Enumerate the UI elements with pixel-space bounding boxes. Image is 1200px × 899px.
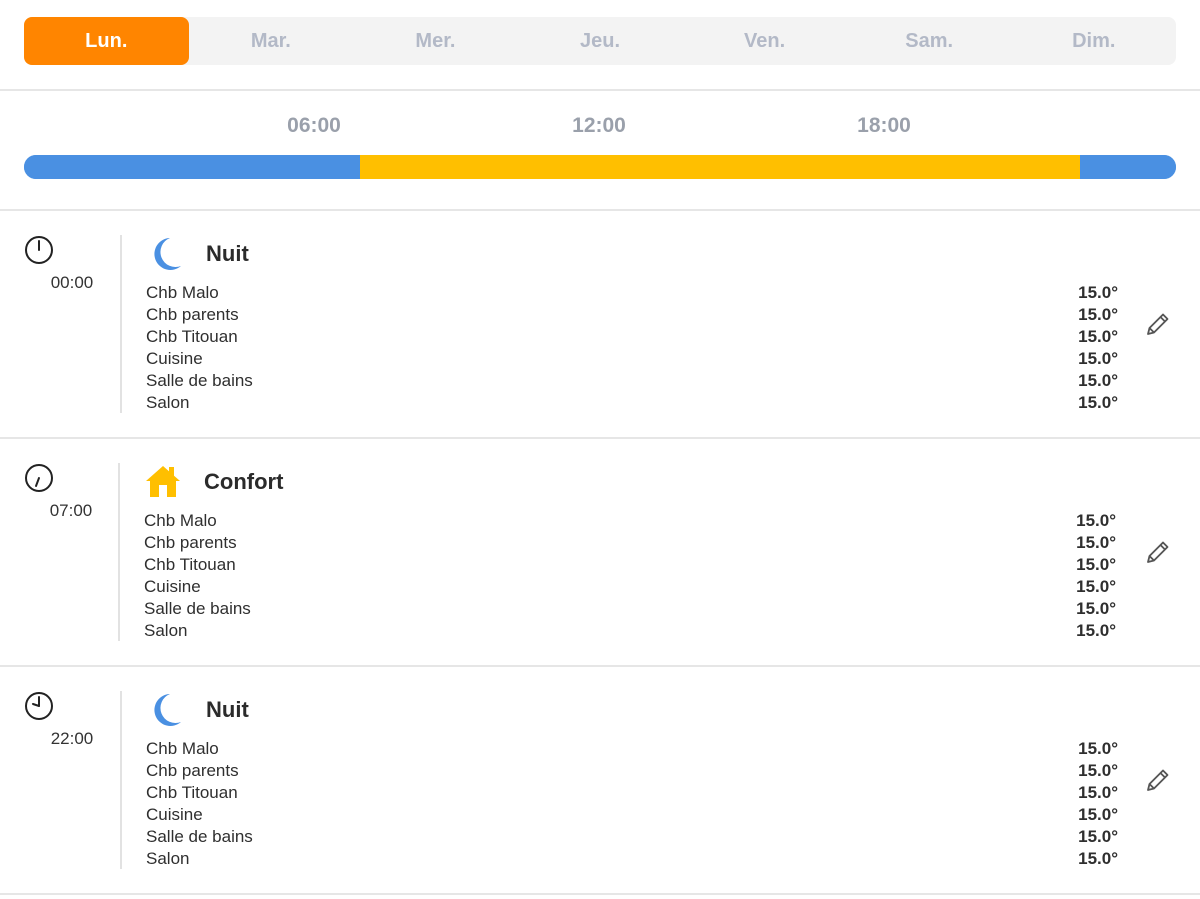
day-timeline-bar [24,155,1176,179]
list-item: Salle de bains 15.0° [146,370,1118,392]
room-name: Salle de bains [146,827,253,846]
tab-jeudi[interactable]: Jeu. [518,17,683,65]
list-item: Salon 15.0° [146,848,1118,870]
tab-mardi[interactable]: Mar. [189,17,354,65]
clock-icon [25,692,53,720]
room-name: Salle de bains [146,371,253,390]
room-name: Chb parents [146,305,239,324]
mode-name: Nuit [206,241,249,266]
list-item: Chb Malo 15.0° [146,738,1118,760]
day-selector: Lun. Mar. Mer. Jeu. Ven. Sam. Dim. [24,17,1176,65]
tab-mercredi[interactable]: Mer. [353,17,518,65]
slot-separator [120,235,122,413]
edit-pencil-icon[interactable] [1144,766,1172,794]
schedule-screen: Lun. Mar. Mer. Jeu. Ven. Sam. Dim. 06:00… [0,0,1200,899]
room-temperature: 15.0° [1078,283,1118,302]
room-temperature: 15.0° [1076,511,1116,530]
tick-label-1800: 18:00 [857,114,911,137]
room-temperature: 15.0° [1076,555,1116,574]
room-name: Chb Titouan [146,783,238,802]
mode-name: Nuit [206,697,249,722]
slot-separator [118,463,120,641]
list-item: Cuisine 15.0° [146,348,1118,370]
timeline-segment-nuit [1080,155,1176,179]
list-item: Chb Titouan 15.0° [144,554,1116,576]
edit-pencil-icon[interactable] [1144,538,1172,566]
tick-label-1200: 12:00 [572,114,626,137]
room-name: Chb Malo [144,511,217,530]
list-item: Cuisine 15.0° [146,804,1118,826]
room-temperature: 15.0° [1078,849,1118,868]
list-item: Chb parents 15.0° [146,304,1118,326]
room-temperature: 15.0° [1078,349,1118,368]
schedule-slot: 00:00 Nuit Chb Malo 15.0° Chb parents 15.0… [0,211,1200,437]
room-temperature: 15.0° [1078,827,1118,846]
room-list: Chb Malo 15.0° Chb parents 15.0° Chb Titou… [146,282,1118,414]
list-item: Chb Malo 15.0° [146,282,1118,304]
room-name: Chb Titouan [144,555,236,574]
room-temperature: 15.0° [1078,305,1118,324]
list-item: Chb Titouan 15.0° [146,782,1118,804]
list-item: Chb parents 15.0° [144,532,1116,554]
tab-vendredi[interactable]: Ven. [682,17,847,65]
house-icon [146,466,180,497]
room-name: Cuisine [144,577,201,596]
room-name: Chb Malo [146,283,219,302]
schedule-slot: 07:00 Confort Chb Malo 15.0° Chb parents 1… [0,439,1200,665]
room-list: Chb Malo 15.0° Chb parents 15.0° Chb Titou… [144,510,1116,642]
timeline-segment-confort [360,155,1080,179]
room-name: Cuisine [146,349,203,368]
list-item: Chb Malo 15.0° [144,510,1116,532]
moon-icon [154,694,181,726]
room-name: Chb Malo [146,739,219,758]
edit-pencil-icon[interactable] [1144,310,1172,338]
slot-start-time: 22:00 [50,729,94,748]
room-name: Salon [146,849,190,868]
list-item: Salon 15.0° [144,620,1116,642]
clock-icon [25,464,53,492]
divider [0,89,1200,91]
room-name: Chb parents [144,533,237,552]
room-temperature: 15.0° [1076,621,1116,640]
tab-lundi[interactable]: Lun. [24,17,189,65]
schedule-slot: 22:00 Nuit Chb Malo 15.0° Chb parents 15.0… [0,667,1200,893]
slot-start-time: 00:00 [50,273,94,292]
room-temperature: 15.0° [1076,599,1116,618]
room-temperature: 15.0° [1078,371,1118,390]
room-temperature: 15.0° [1078,739,1118,758]
tick-label-0600: 06:00 [287,114,341,137]
list-item: Salle de bains 15.0° [146,826,1118,848]
room-name: Salon [144,621,188,640]
room-list: Chb Malo 15.0° Chb parents 15.0° Chb Titou… [146,738,1118,870]
room-name: Salon [146,393,190,412]
slot-start-time: 07:00 [49,501,93,520]
timeline-segment-nuit [24,155,360,179]
room-name: Salle de bains [144,599,251,618]
list-item: Salle de bains 15.0° [144,598,1116,620]
room-name: Chb parents [146,761,239,780]
list-item: Cuisine 15.0° [144,576,1116,598]
divider [0,893,1200,895]
room-temperature: 15.0° [1076,577,1116,596]
tab-dimanche[interactable]: Dim. [1011,17,1176,65]
room-temperature: 15.0° [1078,805,1118,824]
mode-name: Confort [204,469,284,494]
room-name: Cuisine [146,805,203,824]
room-temperature: 15.0° [1078,761,1118,780]
tab-samedi[interactable]: Sam. [847,17,1012,65]
room-name: Chb Titouan [146,327,238,346]
timeline-ticks: 06:00 12:00 18:00 [0,114,1200,140]
clock-icon [25,236,53,264]
room-temperature: 15.0° [1078,393,1118,412]
moon-icon [154,238,181,270]
room-temperature: 15.0° [1078,327,1118,346]
list-item: Chb parents 15.0° [146,760,1118,782]
list-item: Salon 15.0° [146,392,1118,414]
room-temperature: 15.0° [1078,783,1118,802]
list-item: Chb Titouan 15.0° [146,326,1118,348]
room-temperature: 15.0° [1076,533,1116,552]
slot-separator [120,691,122,869]
